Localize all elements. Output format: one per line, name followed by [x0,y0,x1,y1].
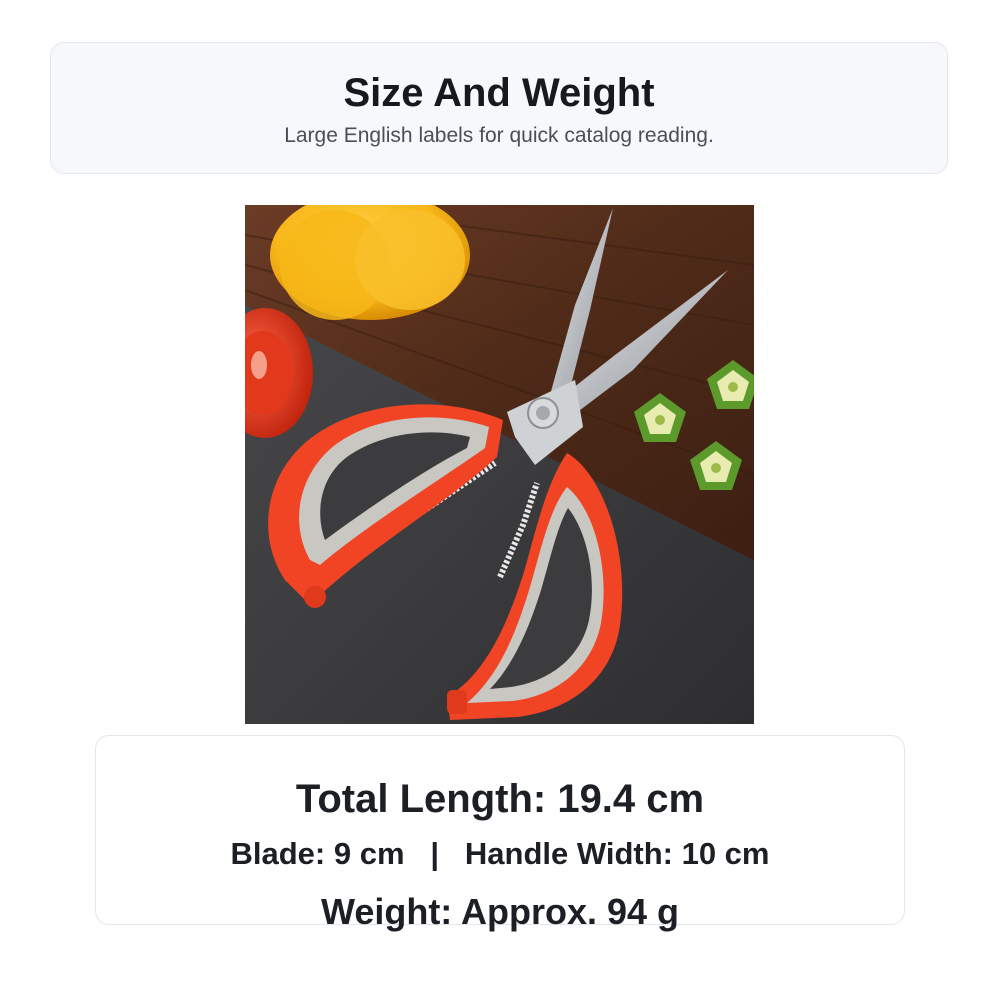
blade-handle-row: Blade: 9 cm | Handle Width: 10 cm [96,836,904,872]
total-length-label: Total Length: 19.4 cm [295,777,705,821]
page: Size And Weight Large English labels for… [0,0,1000,1000]
spec-card: Total Length: 19.4 cm Blade: 9 cm | Hand… [95,735,905,932]
header-card: Size And Weight Large English labels for… [50,42,948,174]
handle-width-label: Handle Width: 10 cm [464,836,770,871]
spec-separator: | [430,836,440,871]
blade-length-label: Blade: 9 cm [230,836,405,871]
page-title: Size And Weight [343,71,655,115]
page-subtitle: Large English labels for quick catalog r… [284,124,714,147]
product-photo [245,205,754,724]
weight-label: Weight: Approx. 94 g [320,891,679,932]
